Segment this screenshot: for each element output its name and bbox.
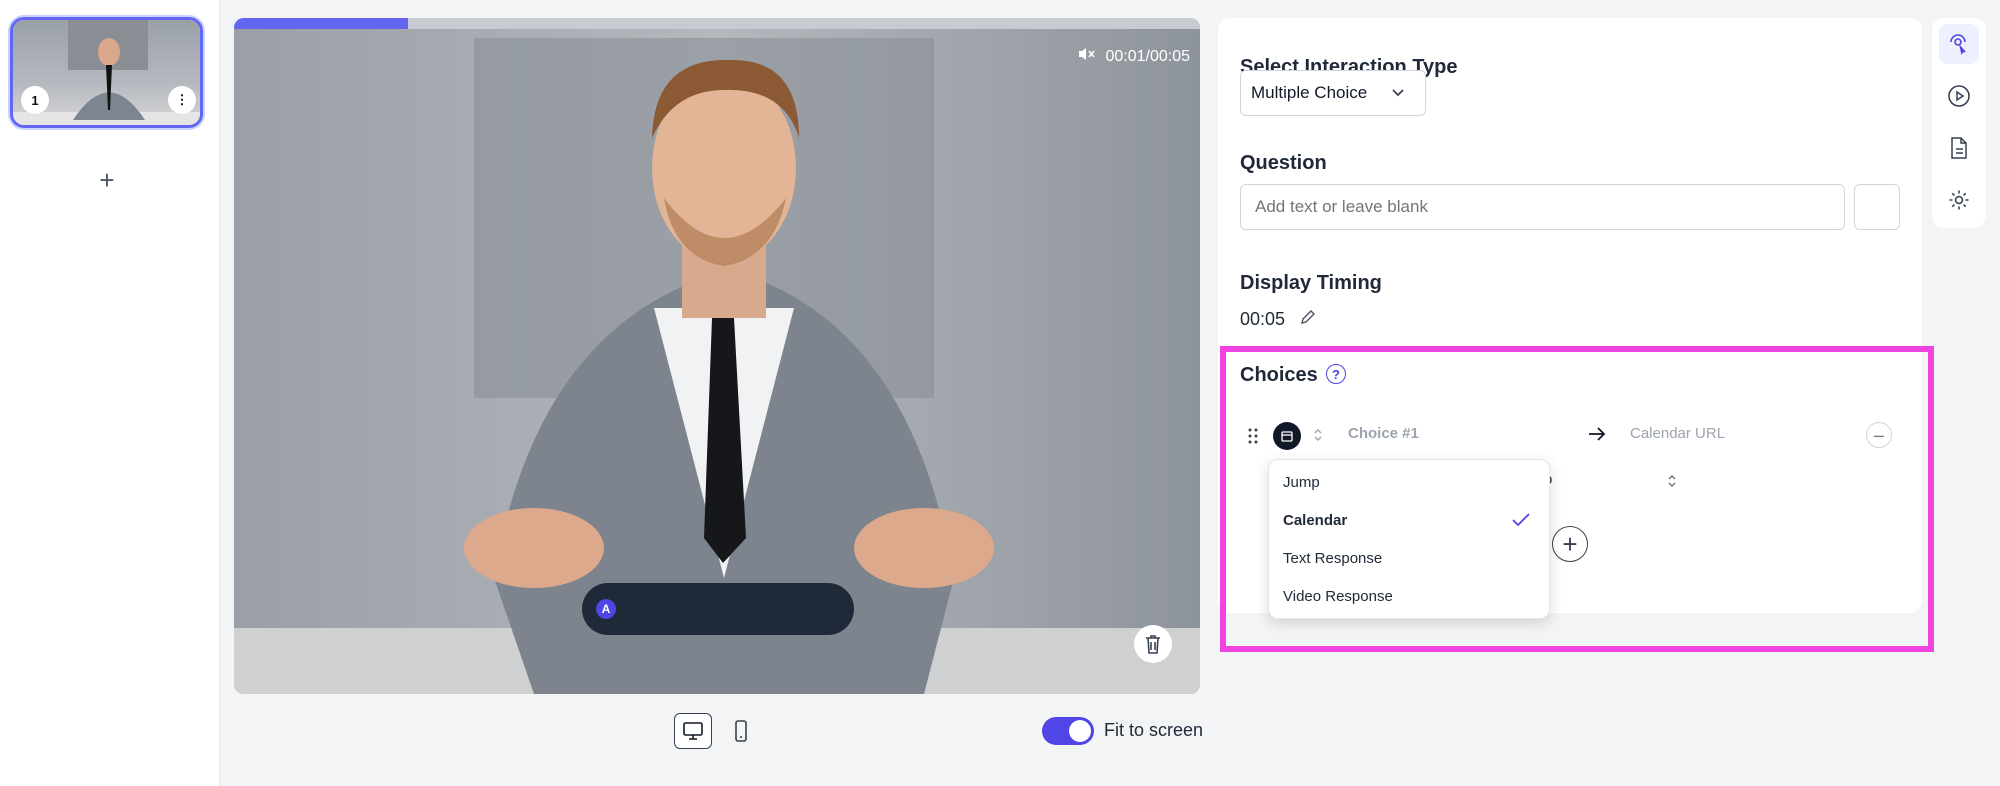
dropdown-option-video-response[interactable]: Video Response — [1283, 588, 1393, 605]
display-timing-value: 00:05 — [1240, 309, 1316, 330]
chevron-down-icon — [1392, 89, 1404, 97]
delete-button[interactable] — [1134, 625, 1172, 663]
mute-icon[interactable] — [1077, 46, 1097, 67]
dropdown-option-jump[interactable]: Jump — [1283, 474, 1320, 491]
choice-type-dropdown[interactable]: Jump Calendar Text Response Video Respon… — [1268, 459, 1550, 619]
add-choice-button[interactable]: + — [1552, 526, 1588, 562]
question-input[interactable] — [1240, 184, 1845, 230]
slide-thumbnail[interactable]: 1 ⋮ — [10, 17, 203, 128]
add-slide-button[interactable]: + — [92, 165, 122, 195]
question-heading: Question — [1240, 152, 1327, 174]
question-color-picker[interactable] — [1854, 184, 1900, 230]
choices-heading: Choices — [1240, 364, 1318, 386]
timing-text: 00:05 — [1240, 309, 1286, 329]
mobile-icon — [735, 720, 747, 742]
playback-button[interactable] — [1939, 76, 1979, 116]
toggle-knob — [1069, 720, 1091, 742]
drag-handle-icon[interactable] — [1248, 428, 1258, 449]
caption-bar[interactable]: A — [582, 583, 854, 635]
dropdown-option-calendar[interactable]: Calendar — [1283, 512, 1347, 529]
settings-button[interactable] — [1939, 180, 1979, 220]
help-icon[interactable]: ? — [1326, 364, 1346, 384]
remove-choice-button[interactable]: – — [1866, 422, 1892, 448]
edit-icon[interactable] — [1300, 309, 1316, 329]
dropdown-option-text-response[interactable]: Text Response — [1283, 550, 1382, 567]
mobile-view-button[interactable] — [722, 713, 760, 749]
video-time-text: 00:01/00:05 — [1105, 47, 1190, 65]
interaction-icon — [1950, 34, 1966, 55]
calendar-icon — [1281, 431, 1293, 442]
interaction-tool-button[interactable] — [1939, 24, 1979, 64]
right-tool-rail — [1932, 18, 1986, 228]
video-preview[interactable]: 00:01/00:05 A — [234, 18, 1200, 694]
settings-icon — [1949, 190, 1969, 210]
trash-icon — [1146, 635, 1160, 654]
slide-number-badge: 1 — [21, 86, 49, 114]
document-icon — [1951, 137, 1967, 159]
check-icon — [1511, 512, 1531, 533]
video-timer: 00:01/00:05 — [1077, 46, 1190, 67]
calendar-url-input[interactable]: Calendar URL — [1630, 425, 1725, 442]
desktop-icon — [683, 722, 703, 740]
caption-avatar: A — [596, 599, 616, 619]
choice-label[interactable]: Choice #1 — [1348, 425, 1419, 442]
interaction-type-select[interactable]: Multiple Choice — [1240, 70, 1426, 116]
sort-icon[interactable] — [1313, 426, 1323, 449]
play-icon — [1948, 85, 1970, 107]
display-timing-heading: Display Timing — [1240, 272, 1382, 294]
fit-to-screen-label: Fit to screen — [1104, 720, 1204, 740]
slide-thumbnail-image: 1 ⋮ — [13, 20, 200, 125]
arrow-right-icon — [1588, 426, 1606, 447]
choice-type-button[interactable] — [1273, 422, 1301, 450]
fit-to-screen-toggle[interactable] — [1042, 717, 1094, 745]
video-progress-fill — [234, 18, 408, 29]
slide-more-button[interactable]: ⋮ — [168, 86, 196, 114]
interaction-type-value: Multiple Choice — [1251, 83, 1368, 102]
sort-icon[interactable] — [1667, 472, 1677, 495]
desktop-view-button[interactable] — [674, 713, 712, 749]
document-button[interactable] — [1939, 128, 1979, 168]
